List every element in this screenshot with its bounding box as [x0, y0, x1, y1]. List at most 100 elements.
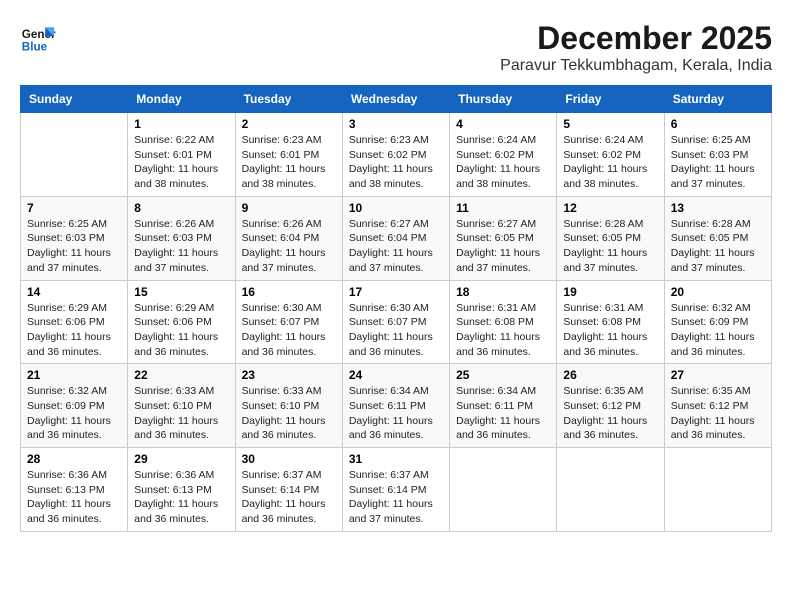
- day-number: 1: [134, 117, 228, 131]
- calendar-week-3: 14Sunrise: 6:29 AM Sunset: 6:06 PM Dayli…: [21, 280, 772, 364]
- calendar-week-4: 21 Sunrise: 6:32 AM Sunset: 6:09 PM Dayli…: [21, 364, 772, 448]
- calendar-cell: 28 Sunrise: 6:36 AM Sunset: 6:13 PM Dayli…: [21, 448, 128, 532]
- calendar-cell: 30 Sunrise: 6:37 AM Sunset: 6:14 PM Dayli…: [235, 448, 342, 532]
- day-number: 21: [27, 368, 121, 382]
- calendar-cell: 24 Sunrise: 6:34 AM Sunset: 6:11 PM Dayli…: [342, 364, 449, 448]
- calendar-cell: 7Sunrise: 6:25 AM Sunset: 6:03 PM Daylig…: [21, 196, 128, 280]
- calendar-cell: 17 Sunrise: 6:30 AM Sunset: 6:07 PM Dayli…: [342, 280, 449, 364]
- calendar-cell: 2Sunrise: 6:23 AM Sunset: 6:01 PM Daylig…: [235, 113, 342, 197]
- day-info: Sunrise: 6:31 AM Sunset: 6:08 PM Dayligh…: [456, 301, 550, 360]
- day-info: Sunrise: 6:31 AM Sunset: 6:08 PM Dayligh…: [563, 301, 657, 360]
- day-info: Sunrise: 6:32 AM Sunset: 6:09 PM Dayligh…: [671, 301, 765, 360]
- day-number: 13: [671, 201, 765, 215]
- day-number: 19: [563, 285, 657, 299]
- day-number: 4: [456, 117, 550, 131]
- calendar-cell: 12 Sunrise: 6:28 AM Sunset: 6:05 PM Dayli…: [557, 196, 664, 280]
- logo: General Blue: [20, 20, 56, 56]
- column-header-friday: Friday: [557, 86, 664, 113]
- calendar-week-2: 7Sunrise: 6:25 AM Sunset: 6:03 PM Daylig…: [21, 196, 772, 280]
- day-info: Sunrise: 6:26 AM Sunset: 6:04 PM Dayligh…: [242, 217, 336, 276]
- day-info: Sunrise: 6:34 AM Sunset: 6:11 PM Dayligh…: [456, 384, 550, 443]
- day-info: Sunrise: 6:22 AM Sunset: 6:01 PM Dayligh…: [134, 133, 228, 192]
- day-info: Sunrise: 6:35 AM Sunset: 6:12 PM Dayligh…: [563, 384, 657, 443]
- day-info: Sunrise: 6:29 AM Sunset: 6:06 PM Dayligh…: [27, 301, 121, 360]
- day-number: 16: [242, 285, 336, 299]
- day-info: Sunrise: 6:34 AM Sunset: 6:11 PM Dayligh…: [349, 384, 443, 443]
- column-header-saturday: Saturday: [664, 86, 771, 113]
- calendar-cell: 21 Sunrise: 6:32 AM Sunset: 6:09 PM Dayli…: [21, 364, 128, 448]
- day-number: 12: [563, 201, 657, 215]
- page-header: General Blue December 2025 Paravur Tekku…: [20, 20, 772, 75]
- calendar-cell: 16 Sunrise: 6:30 AM Sunset: 6:07 PM Dayli…: [235, 280, 342, 364]
- day-number: 15: [134, 285, 228, 299]
- day-info: Sunrise: 6:24 AM Sunset: 6:02 PM Dayligh…: [456, 133, 550, 192]
- day-number: 18: [456, 285, 550, 299]
- calendar-cell: 11 Sunrise: 6:27 AM Sunset: 6:05 PM Dayli…: [450, 196, 557, 280]
- column-header-sunday: Sunday: [21, 86, 128, 113]
- column-header-thursday: Thursday: [450, 86, 557, 113]
- calendar-cell: 19 Sunrise: 6:31 AM Sunset: 6:08 PM Dayli…: [557, 280, 664, 364]
- calendar-cell: 31Sunrise: 6:37 AM Sunset: 6:14 PM Dayli…: [342, 448, 449, 532]
- day-info: Sunrise: 6:25 AM Sunset: 6:03 PM Dayligh…: [671, 133, 765, 192]
- day-info: Sunrise: 6:28 AM Sunset: 6:05 PM Dayligh…: [671, 217, 765, 276]
- day-info: Sunrise: 6:33 AM Sunset: 6:10 PM Dayligh…: [134, 384, 228, 443]
- day-info: Sunrise: 6:30 AM Sunset: 6:07 PM Dayligh…: [242, 301, 336, 360]
- day-info: Sunrise: 6:30 AM Sunset: 6:07 PM Dayligh…: [349, 301, 443, 360]
- day-number: 6: [671, 117, 765, 131]
- day-info: Sunrise: 6:33 AM Sunset: 6:10 PM Dayligh…: [242, 384, 336, 443]
- calendar-cell: 14Sunrise: 6:29 AM Sunset: 6:06 PM Dayli…: [21, 280, 128, 364]
- day-number: 10: [349, 201, 443, 215]
- calendar-cell: 4 Sunrise: 6:24 AM Sunset: 6:02 PM Daylig…: [450, 113, 557, 197]
- day-number: 30: [242, 452, 336, 466]
- svg-text:Blue: Blue: [22, 41, 48, 54]
- calendar-cell: [557, 448, 664, 532]
- column-header-wednesday: Wednesday: [342, 86, 449, 113]
- calendar-cell: 22 Sunrise: 6:33 AM Sunset: 6:10 PM Dayli…: [128, 364, 235, 448]
- calendar-cell: [450, 448, 557, 532]
- column-header-tuesday: Tuesday: [235, 86, 342, 113]
- calendar-cell: 23 Sunrise: 6:33 AM Sunset: 6:10 PM Dayli…: [235, 364, 342, 448]
- day-info: Sunrise: 6:29 AM Sunset: 6:06 PM Dayligh…: [134, 301, 228, 360]
- day-info: Sunrise: 6:35 AM Sunset: 6:12 PM Dayligh…: [671, 384, 765, 443]
- day-number: 3: [349, 117, 443, 131]
- calendar-week-5: 28 Sunrise: 6:36 AM Sunset: 6:13 PM Dayli…: [21, 448, 772, 532]
- day-number: 5: [563, 117, 657, 131]
- calendar-week-1: 1 Sunrise: 6:22 AM Sunset: 6:01 PM Daylig…: [21, 113, 772, 197]
- day-number: 7: [27, 201, 121, 215]
- column-header-monday: Monday: [128, 86, 235, 113]
- day-info: Sunrise: 6:26 AM Sunset: 6:03 PM Dayligh…: [134, 217, 228, 276]
- day-info: Sunrise: 6:24 AM Sunset: 6:02 PM Dayligh…: [563, 133, 657, 192]
- calendar-cell: 6 Sunrise: 6:25 AM Sunset: 6:03 PM Daylig…: [664, 113, 771, 197]
- day-number: 24: [349, 368, 443, 382]
- day-number: 27: [671, 368, 765, 382]
- day-info: Sunrise: 6:32 AM Sunset: 6:09 PM Dayligh…: [27, 384, 121, 443]
- calendar-cell: 13 Sunrise: 6:28 AM Sunset: 6:05 PM Dayli…: [664, 196, 771, 280]
- day-info: Sunrise: 6:37 AM Sunset: 6:14 PM Dayligh…: [242, 468, 336, 527]
- day-info: Sunrise: 6:36 AM Sunset: 6:13 PM Dayligh…: [134, 468, 228, 527]
- day-number: 31: [349, 452, 443, 466]
- calendar-cell: 5 Sunrise: 6:24 AM Sunset: 6:02 PM Daylig…: [557, 113, 664, 197]
- day-number: 8: [134, 201, 228, 215]
- location-title: Paravur Tekkumbhagam, Kerala, India: [500, 57, 772, 75]
- calendar-cell: 9 Sunrise: 6:26 AM Sunset: 6:04 PM Daylig…: [235, 196, 342, 280]
- calendar-cell: 8 Sunrise: 6:26 AM Sunset: 6:03 PM Daylig…: [128, 196, 235, 280]
- day-number: 11: [456, 201, 550, 215]
- day-number: 9: [242, 201, 336, 215]
- day-number: 17: [349, 285, 443, 299]
- calendar-cell: 15 Sunrise: 6:29 AM Sunset: 6:06 PM Dayli…: [128, 280, 235, 364]
- day-number: 28: [27, 452, 121, 466]
- calendar-cell: [664, 448, 771, 532]
- day-number: 25: [456, 368, 550, 382]
- logo-icon: General Blue: [20, 20, 56, 56]
- day-info: Sunrise: 6:36 AM Sunset: 6:13 PM Dayligh…: [27, 468, 121, 527]
- day-info: Sunrise: 6:27 AM Sunset: 6:04 PM Dayligh…: [349, 217, 443, 276]
- day-info: Sunrise: 6:28 AM Sunset: 6:05 PM Dayligh…: [563, 217, 657, 276]
- month-title: December 2025: [500, 20, 772, 57]
- title-block: December 2025 Paravur Tekkumbhagam, Kera…: [500, 20, 772, 75]
- day-info: Sunrise: 6:27 AM Sunset: 6:05 PM Dayligh…: [456, 217, 550, 276]
- day-number: 22: [134, 368, 228, 382]
- calendar-cell: 20Sunrise: 6:32 AM Sunset: 6:09 PM Dayli…: [664, 280, 771, 364]
- calendar-header-row: SundayMondayTuesdayWednesdayThursdayFrid…: [21, 86, 772, 113]
- day-info: Sunrise: 6:23 AM Sunset: 6:01 PM Dayligh…: [242, 133, 336, 192]
- day-number: 23: [242, 368, 336, 382]
